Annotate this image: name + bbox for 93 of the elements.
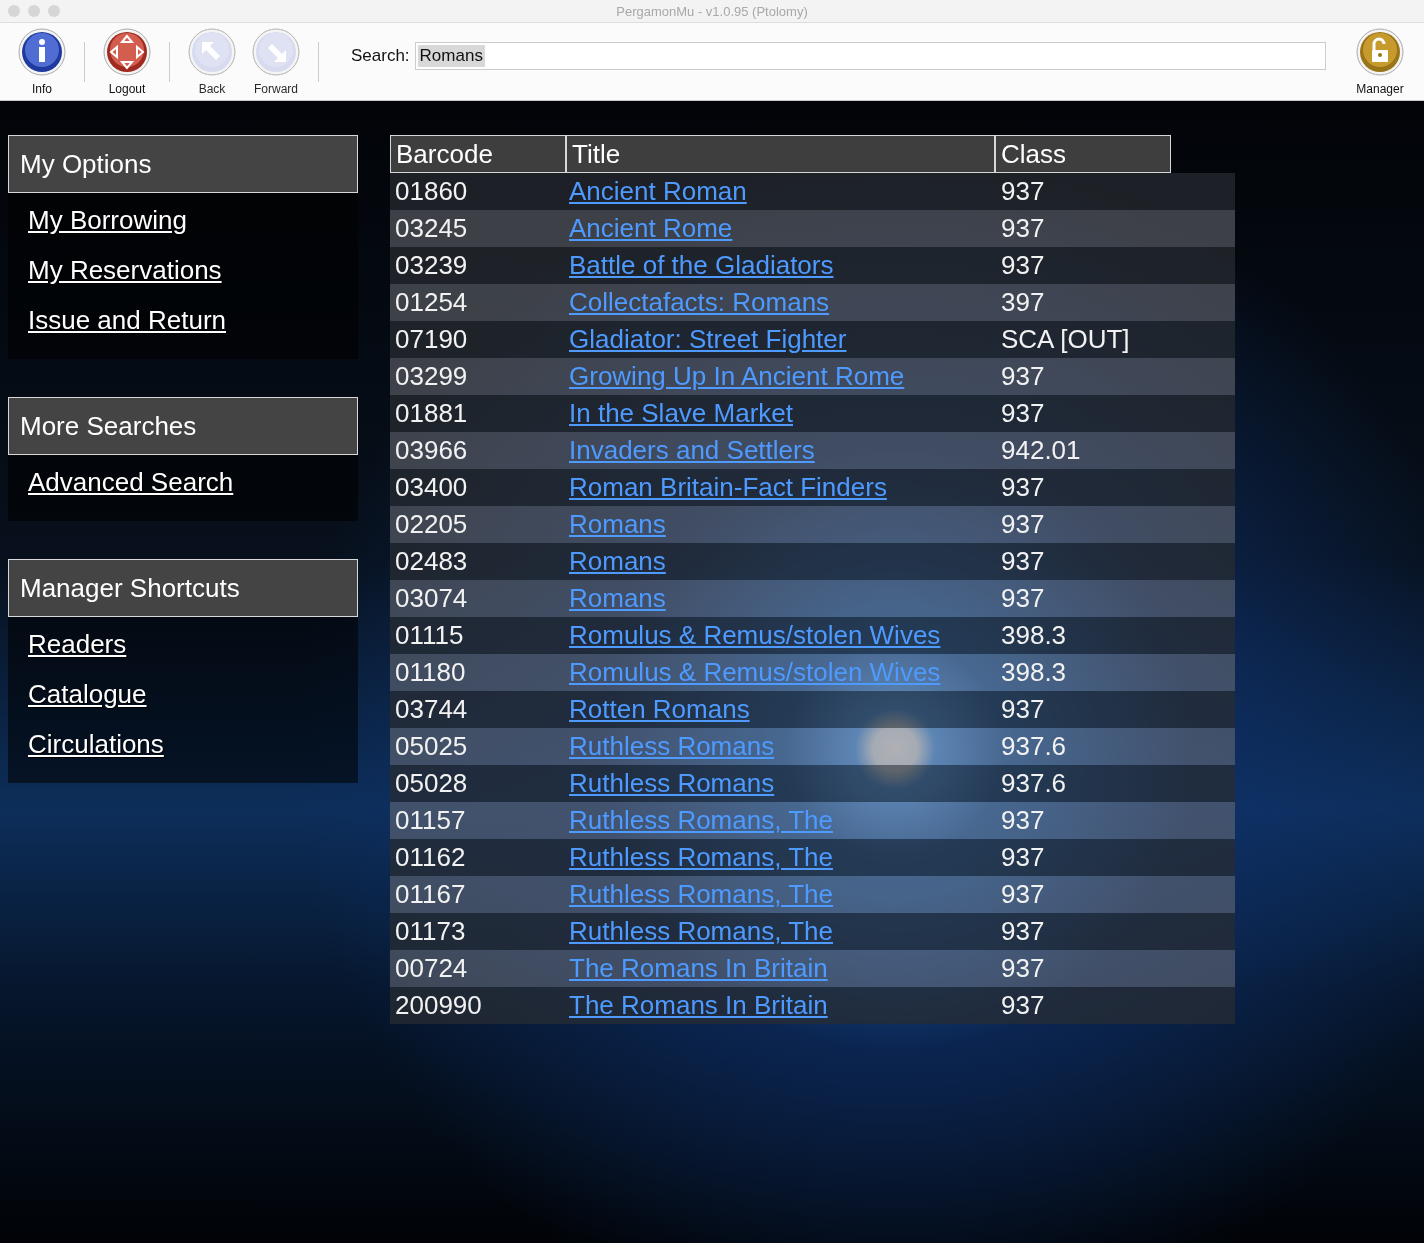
info-icon bbox=[18, 27, 66, 76]
table-cell-text: 937 bbox=[1000, 472, 1046, 503]
table-cell-text: 937 bbox=[1000, 250, 1046, 281]
title-link[interactable]: Ruthless Romans bbox=[569, 731, 775, 761]
table-cell-text: 05028 bbox=[394, 768, 469, 799]
column-header[interactable]: Title bbox=[566, 135, 995, 173]
search-field[interactable]: Romans bbox=[414, 41, 1326, 70]
section-heading: My Options bbox=[8, 135, 358, 193]
table-cell-text: 01860 bbox=[394, 176, 469, 207]
title-link[interactable]: Rotten Romans bbox=[569, 694, 750, 724]
table-cell-text: 03299 bbox=[394, 361, 469, 392]
table-cell-text: 937.6 bbox=[1000, 731, 1068, 762]
arrow-up-left-icon bbox=[188, 27, 236, 76]
table-cell-text: 937 bbox=[1000, 879, 1046, 910]
table-cell-text: 398.3 bbox=[1000, 657, 1068, 688]
table-cell-text: 03239 bbox=[394, 250, 469, 281]
info-button[interactable]: Info bbox=[10, 27, 74, 96]
table-cell-text: 05025 bbox=[394, 731, 469, 762]
table-cell-text: SCA [OUT] bbox=[1000, 324, 1131, 355]
manager-button[interactable]: Manager bbox=[1348, 27, 1412, 96]
sidebar-link[interactable]: Issue and Return bbox=[28, 295, 226, 345]
title-link[interactable]: Ancient Roman bbox=[569, 176, 747, 206]
table-cell-text: 937 bbox=[1000, 546, 1046, 577]
sidebar-link[interactable]: Circulations bbox=[28, 719, 164, 769]
title-link[interactable]: Battle of the Gladiators bbox=[569, 250, 834, 280]
table-cell-text: 02483 bbox=[394, 546, 469, 577]
table-cell-text: 937 bbox=[1000, 213, 1046, 244]
window-close-button[interactable] bbox=[8, 5, 20, 17]
title-link[interactable]: Ancient Rome bbox=[569, 213, 733, 243]
title-link[interactable]: Romans bbox=[569, 509, 666, 539]
section-heading: More Searches bbox=[8, 397, 358, 455]
table-cell-text: 03245 bbox=[394, 213, 469, 244]
table-cell-text: 937 bbox=[1000, 361, 1046, 392]
arrow-down-right-icon bbox=[252, 27, 300, 76]
table-cell-text: 937 bbox=[1000, 583, 1046, 614]
table-cell-text: 03966 bbox=[394, 435, 469, 466]
table-cell-text: 937 bbox=[1000, 176, 1046, 207]
window-minimize-button[interactable] bbox=[28, 5, 40, 17]
table-cell-text: 937 bbox=[1000, 398, 1046, 429]
title-link[interactable]: Ruthless Romans, The bbox=[569, 916, 833, 946]
table-cell-text: 937 bbox=[1000, 953, 1046, 984]
table-cell-text: 07190 bbox=[394, 324, 469, 355]
table-cell-text: 937 bbox=[1000, 805, 1046, 836]
window-zoom-button[interactable] bbox=[48, 5, 60, 17]
table-cell-text: 937 bbox=[1000, 694, 1046, 725]
title-link[interactable]: Invaders and Settlers bbox=[569, 435, 815, 465]
table-cell-text: 01162 bbox=[394, 842, 467, 873]
table-cell-text: 937 bbox=[1000, 509, 1046, 540]
title-link[interactable]: Collectafacts: Romans bbox=[569, 287, 830, 317]
title-link[interactable]: Growing Up In Ancient Rome bbox=[569, 361, 905, 391]
padlock-icon bbox=[1356, 27, 1404, 76]
table-cell-text: 01180 bbox=[394, 657, 467, 688]
table-cell-text: 397 bbox=[1000, 287, 1046, 318]
sidebar-link[interactable]: Advanced Search bbox=[28, 457, 234, 507]
table-cell-text: 937 bbox=[1000, 990, 1046, 1021]
sidebar-link[interactable]: My Borrowing bbox=[28, 195, 187, 245]
table-cell-text: 942.01 bbox=[1000, 435, 1082, 466]
title-link[interactable]: The Romans In Britain bbox=[569, 990, 828, 1020]
title-link[interactable]: Ruthless Romans bbox=[569, 768, 775, 798]
search-label: Search: bbox=[351, 45, 410, 66]
table-cell-text: 01881 bbox=[394, 398, 469, 429]
title-link[interactable]: Roman Britain-Fact Finders bbox=[569, 472, 887, 502]
column-header[interactable]: Class bbox=[995, 135, 1171, 173]
table-cell-text: 200990 bbox=[394, 990, 483, 1021]
table-cell-text: 03744 bbox=[394, 694, 469, 725]
title-link[interactable]: Romans bbox=[569, 583, 666, 613]
table-cell-text: 937 bbox=[1000, 842, 1046, 873]
table-cell-text: 00724 bbox=[394, 953, 469, 984]
title-link[interactable]: The Romans In Britain bbox=[569, 953, 828, 983]
section-heading: Manager Shortcuts bbox=[8, 559, 358, 617]
logout-button[interactable]: Logout bbox=[95, 27, 159, 96]
table-cell-text: 398.3 bbox=[1000, 620, 1068, 651]
table-cell-text: 937.6 bbox=[1000, 768, 1068, 799]
title-link[interactable]: Romans bbox=[569, 546, 666, 576]
title-link[interactable]: In the Slave Market bbox=[569, 398, 793, 428]
table-cell-text: 02205 bbox=[394, 509, 469, 540]
table-cell-text: 03400 bbox=[394, 472, 469, 503]
table-cell-text: 01173 bbox=[394, 916, 467, 947]
table-cell-text: 03074 bbox=[394, 583, 469, 614]
title-link[interactable]: Gladiator: Street Fighter bbox=[569, 324, 847, 354]
table-cell-text: 01157 bbox=[394, 805, 467, 836]
table-cell-text: 01167 bbox=[394, 879, 467, 910]
table-cell-text: 937 bbox=[1000, 916, 1046, 947]
sidebar-link[interactable]: Catalogue bbox=[28, 669, 147, 719]
window-title: PergamonMu - v1.0.95 (Ptolomy) bbox=[616, 3, 808, 19]
column-header[interactable]: Barcode bbox=[390, 135, 566, 173]
table-cell-text: 01254 bbox=[394, 287, 469, 318]
title-link[interactable]: Ruthless Romans, The bbox=[569, 842, 833, 872]
four-arrows-icon bbox=[103, 27, 151, 76]
title-link[interactable]: Romulus & Remus/stolen Wives bbox=[569, 620, 941, 650]
sidebar-link[interactable]: My Reservations bbox=[28, 245, 222, 295]
table-cell-text: 01115 bbox=[394, 620, 465, 651]
sidebar-link[interactable]: Readers bbox=[28, 619, 127, 669]
